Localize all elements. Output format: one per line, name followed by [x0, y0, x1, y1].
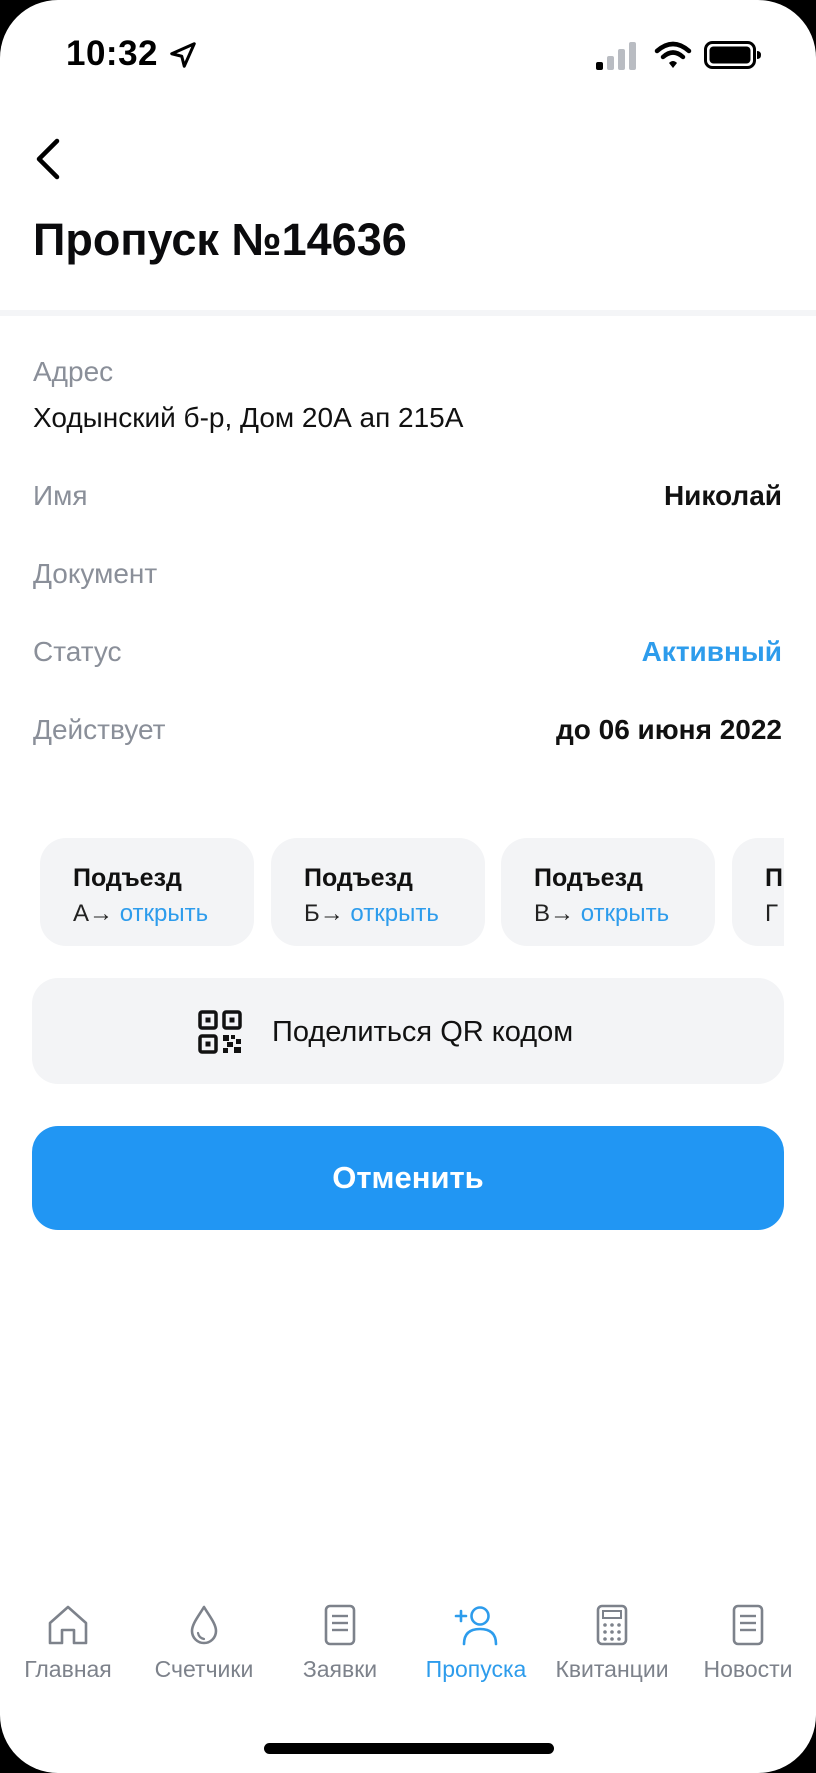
entrance-action-row: Б→ открыть — [304, 900, 439, 928]
entrance-letter: Г — [765, 900, 778, 927]
battery-icon — [704, 41, 761, 69]
valid-until-value: до 06 июня 2022 — [555, 714, 782, 745]
tab-label: Счетчики — [154, 1656, 254, 1682]
entrance-letter: Б — [304, 900, 320, 927]
home-indicator[interactable] — [264, 1743, 554, 1754]
entrance-action-row: А→ открыть — [73, 900, 208, 928]
arrow-icon: → — [319, 900, 344, 927]
tab-label: Главная — [24, 1656, 112, 1682]
entrance-carousel[interactable]: Подъезд А→ открыть Подъезд Б→ открыть По… — [0, 838, 784, 950]
tab-passes[interactable]: Пропуска — [408, 1592, 544, 1692]
status-badge: Активный — [641, 636, 782, 667]
tab-home[interactable]: Главная — [0, 1592, 136, 1692]
drop-icon — [190, 1605, 218, 1645]
entrance-letter: А — [73, 900, 90, 927]
entrance-title: Подъезд — [304, 864, 413, 892]
tab-requests[interactable]: Заявки — [272, 1592, 408, 1692]
tab-label: Квитанции — [555, 1656, 669, 1682]
entrance-card-v[interactable]: Подъезд В→ открыть — [501, 838, 715, 946]
tab-meters[interactable]: Счетчики — [136, 1592, 272, 1692]
status-time: 10:32 — [66, 34, 159, 73]
bottom-tab-bar: Главная Счетчики Заявки Пропуска Квитанц… — [0, 1592, 816, 1692]
qr-code-icon — [198, 1010, 242, 1054]
add-person-icon — [454, 1606, 498, 1646]
document-icon — [324, 1604, 356, 1646]
tab-label: Пропуска — [425, 1656, 527, 1682]
tab-news[interactable]: Новости — [680, 1592, 816, 1692]
location-arrow-icon — [170, 42, 196, 68]
cancel-button[interactable]: Отменить — [32, 1126, 784, 1230]
entrance-card-b[interactable]: Подъезд Б→ открыть — [271, 838, 485, 946]
open-entrance-link[interactable]: открыть — [581, 900, 669, 927]
cellular-signal-icon — [596, 42, 636, 70]
open-entrance-link[interactable]: открыть — [350, 900, 438, 927]
share-qr-label: Поделиться QR кодом — [272, 1016, 574, 1048]
phone-screen: 10:32 Пропуск №14636 Адрес Ходынский б-р… — [0, 0, 816, 1773]
entrance-action-row: В→ открыть — [534, 900, 669, 928]
tab-receipts[interactable]: Квитанции — [544, 1592, 680, 1692]
document-label: Документ — [33, 558, 158, 589]
arrow-icon: → — [550, 900, 575, 927]
entrance-title: Подъезд — [73, 864, 182, 892]
entrance-title: Подъезд — [534, 864, 643, 892]
address-label: Адрес — [33, 356, 114, 387]
header-divider — [0, 310, 816, 316]
entrance-card-g[interactable]: П Г — [732, 838, 784, 946]
tab-label: Заявки — [302, 1656, 378, 1682]
valid-until-label: Действует — [33, 714, 166, 745]
entrance-card-a[interactable]: Подъезд А→ открыть — [40, 838, 254, 946]
back-chevron-icon[interactable] — [30, 136, 70, 182]
status-bar: 10:32 — [0, 0, 816, 110]
tab-label: Новости — [703, 1656, 793, 1682]
entrance-letter: В — [534, 900, 551, 927]
address-value: Ходынский б-р, Дом 20А ап 215А — [33, 402, 464, 433]
entrance-action-row: Г — [765, 900, 778, 928]
page-title: Пропуск №14636 — [33, 214, 407, 265]
share-qr-button[interactable]: Поделиться QR кодом — [32, 978, 784, 1084]
entrance-title: П — [765, 864, 783, 892]
name-value: Николай — [663, 480, 782, 511]
arrow-icon: → — [89, 900, 114, 927]
news-icon — [732, 1604, 764, 1646]
calculator-icon — [596, 1604, 628, 1646]
wifi-icon — [654, 41, 692, 68]
status-label: Статус — [33, 636, 122, 667]
home-icon — [48, 1605, 88, 1645]
name-label: Имя — [33, 480, 88, 511]
open-entrance-link[interactable]: открыть — [120, 900, 208, 927]
